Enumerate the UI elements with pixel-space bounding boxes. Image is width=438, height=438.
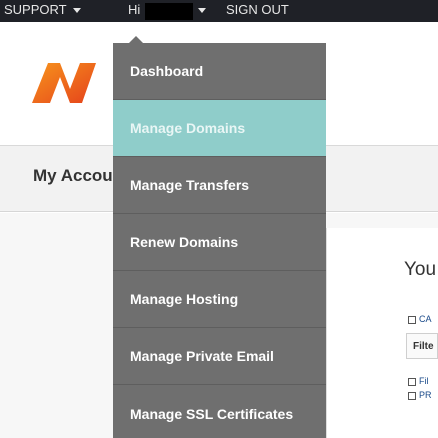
menu-item-manage-ssl-certificates[interactable]: Manage SSL Certificates: [113, 385, 326, 438]
greeting-label: Hi: [128, 2, 141, 17]
menu-item-manage-domains[interactable]: Manage Domains: [113, 100, 326, 157]
menu-item-manage-hosting[interactable]: Manage Hosting: [113, 271, 326, 328]
menu-item-dashboard[interactable]: Dashboard: [113, 43, 326, 100]
menu-item-manage-private-email[interactable]: Manage Private Email: [113, 328, 326, 385]
panel-heading: You: [404, 259, 437, 280]
filter-box[interactable]: Filte: [406, 333, 438, 359]
menu-item-manage-transfers[interactable]: Manage Transfers: [113, 157, 326, 214]
chevron-down-icon: [198, 8, 206, 14]
page-title: My Accou: [33, 166, 113, 185]
account-dropdown-menu: Dashboard Manage Domains Manage Transfer…: [113, 43, 326, 438]
expand-icon: [408, 391, 416, 400]
expand-icon: [408, 377, 416, 386]
menu-item-renew-domains[interactable]: Renew Domains: [113, 214, 326, 271]
redacted-username: [145, 3, 193, 20]
support-menu[interactable]: SUPPORT: [4, 2, 81, 18]
sign-out-link[interactable]: SIGN OUT: [226, 2, 289, 18]
support-label: SUPPORT: [4, 2, 67, 17]
chevron-down-icon: [72, 8, 81, 14]
sign-out-label: SIGN OUT: [226, 2, 289, 17]
account-menu[interactable]: Hi: [128, 2, 140, 18]
expand-icon: [408, 315, 416, 324]
side-link-ca[interactable]: CA: [408, 314, 432, 324]
top-nav-bar: SUPPORT Hi SIGN OUT: [0, 0, 438, 22]
brand-logo[interactable]: [30, 59, 100, 105]
side-link-fil[interactable]: Fil: [408, 376, 429, 386]
account-menu-caret[interactable]: [198, 2, 206, 18]
side-link-pr[interactable]: PR: [408, 390, 432, 400]
dropdown-pointer: [129, 36, 143, 43]
